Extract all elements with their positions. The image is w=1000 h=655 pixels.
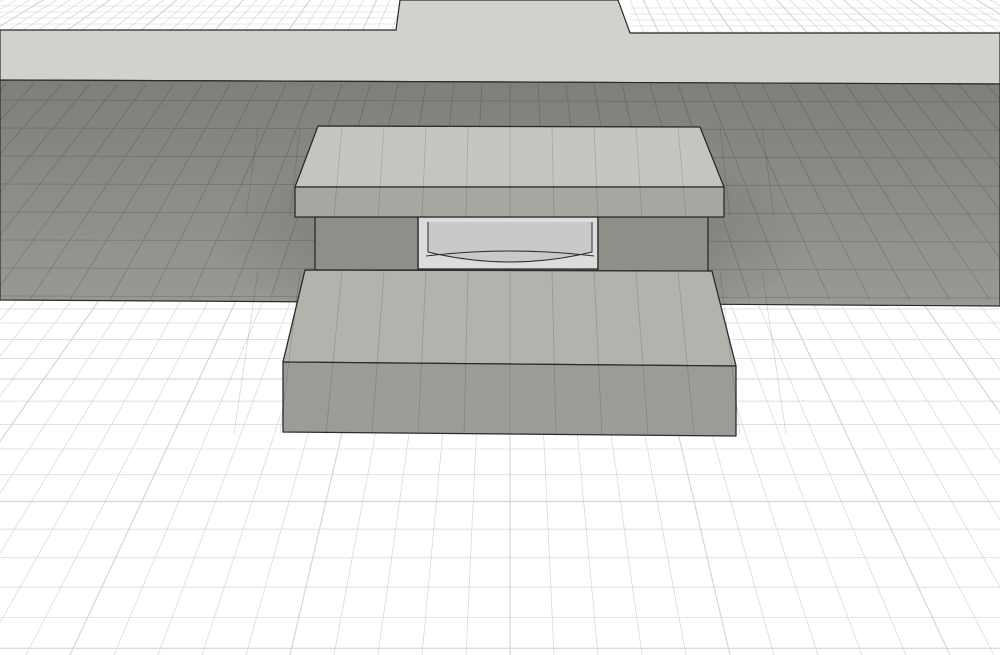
step-front: [282, 361, 737, 437]
step-top: [282, 269, 737, 367]
left-leg: [314, 216, 419, 271]
top-slab-top: [294, 125, 725, 188]
top-slab-front: [294, 186, 725, 218]
model-body: [282, 125, 737, 437]
opening-arch: [427, 222, 593, 263]
right-leg: [597, 216, 709, 273]
3d-viewport[interactable]: [0, 0, 1000, 655]
ground-band: [0, 0, 1000, 85]
